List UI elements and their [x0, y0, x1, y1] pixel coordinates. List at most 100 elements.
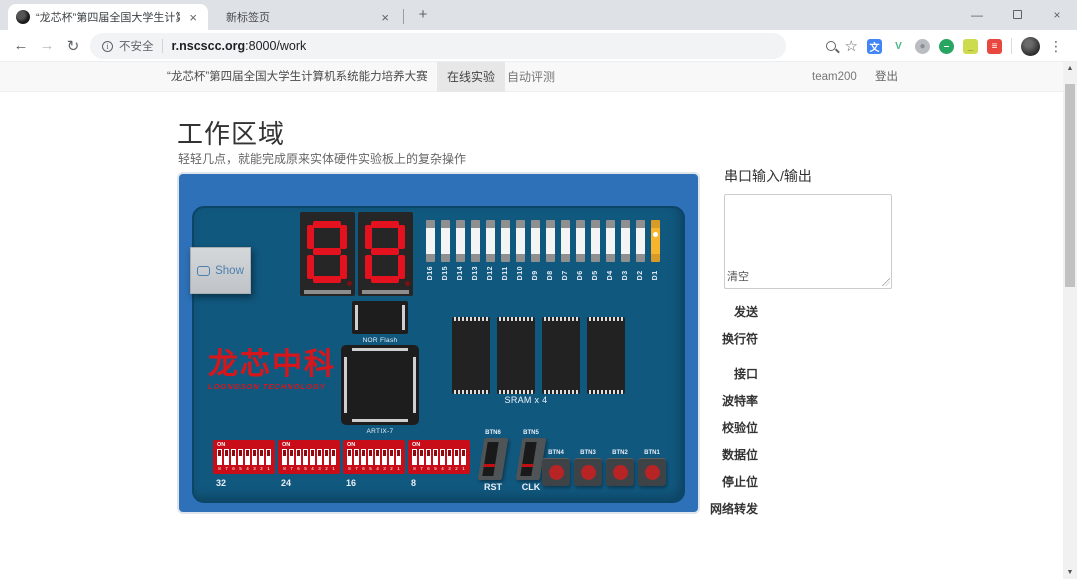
- dip-switch-8-3[interactable]: [447, 449, 452, 465]
- forward-button[interactable]: →: [34, 37, 60, 54]
- red-extension-icon[interactable]: ≡: [987, 38, 1002, 54]
- dip-pin-label: 3: [253, 466, 256, 471]
- dip-switch-group-8[interactable]: ON 8 7 6 5 4 3 2 1: [408, 440, 470, 474]
- resize-handle-icon[interactable]: [882, 278, 890, 286]
- led-label-d9: D9: [532, 270, 539, 281]
- green-circle-extension-icon[interactable]: –: [939, 38, 954, 54]
- dip-switch-24-1[interactable]: [331, 449, 336, 465]
- toggle-label-rst: RST: [484, 482, 502, 492]
- serial-terminal[interactable]: [724, 194, 892, 289]
- push-button-label-btn2: BTN2: [612, 450, 628, 456]
- gray-circle-extension-icon[interactable]: ●: [915, 38, 930, 54]
- dip-switch-8-5[interactable]: [433, 449, 438, 465]
- tab-close-icon[interactable]: ×: [186, 10, 200, 25]
- dip-switch-24-4[interactable]: [310, 449, 315, 465]
- dip-switch-32-8[interactable]: [217, 449, 222, 465]
- led-d5: [591, 220, 600, 262]
- led-d6: [576, 220, 585, 262]
- browser-menu-icon[interactable]: ⋮: [1049, 38, 1063, 55]
- dip-switch-32-1[interactable]: [266, 449, 271, 465]
- nav-tab-auto-judge[interactable]: 自动评测: [497, 62, 565, 92]
- dip-pin-label: 1: [332, 466, 335, 471]
- dip-switch-16-2[interactable]: [389, 449, 394, 465]
- dip-switch-24-7[interactable]: [289, 449, 294, 465]
- browser-tab-current[interactable]: “龙芯杯”第四届全国大学生计算机 ×: [8, 4, 208, 30]
- zoom-icon[interactable]: [825, 41, 836, 51]
- bookmark-star-icon[interactable]: ☆: [845, 37, 858, 55]
- dip-switch-24-5[interactable]: [303, 449, 308, 465]
- translate-extension-icon[interactable]: 文: [867, 38, 882, 54]
- led-d16: [426, 220, 435, 262]
- tab-close-icon[interactable]: ×: [378, 10, 392, 25]
- browser-tab-newtab[interactable]: 新标签页 ×: [212, 4, 400, 30]
- logout-link[interactable]: 登出: [875, 62, 898, 92]
- clear-terminal-button[interactable]: 清空: [727, 268, 749, 284]
- window-close-button[interactable]: ×: [1037, 0, 1077, 30]
- dip-switch-32-7[interactable]: [224, 449, 229, 465]
- toggle-switch-rst[interactable]: [477, 438, 509, 480]
- dip-pin-label: 5: [369, 466, 372, 471]
- dip-switch-16-4[interactable]: [375, 449, 380, 465]
- dip-switch-24-6[interactable]: [296, 449, 301, 465]
- site-favicon-icon: [16, 10, 30, 24]
- dip-switch-16-6[interactable]: [361, 449, 366, 465]
- serial-panel-title: 串口输入/输出: [724, 168, 812, 184]
- dip-switch-8-7[interactable]: [419, 449, 424, 465]
- board-panel: D16 D15 D14 D13 D12 D11 D10 D9 D8 D7 D6 D5 D4 D3 D2 D1 …: [192, 206, 685, 503]
- dip-switch-32-6[interactable]: [231, 449, 236, 465]
- dip-switch-8-8[interactable]: [412, 449, 417, 465]
- dip-switch-16-1[interactable]: [396, 449, 401, 465]
- dip-switch-24-2[interactable]: [324, 449, 329, 465]
- dip-switch-8-2[interactable]: [454, 449, 459, 465]
- back-button[interactable]: ←: [8, 37, 34, 54]
- dip-pin-label: 2: [390, 466, 393, 471]
- push-button-btn4[interactable]: [542, 458, 570, 486]
- led-label-d2: D2: [637, 270, 644, 281]
- site-brand: “龙芯杯”第四届全国大学生计算机系统能力培养大赛: [167, 71, 428, 83]
- dip-switch-8-4[interactable]: [440, 449, 445, 465]
- dip-switch-group-24[interactable]: ON 8 7 6 5 4 3 2 1: [278, 440, 340, 474]
- dip-switch-16-8[interactable]: [347, 449, 352, 465]
- dip-pin-label: 2: [325, 466, 328, 471]
- push-button-btn3[interactable]: [574, 458, 602, 486]
- toggle-label-btn6: BTN6: [485, 430, 501, 436]
- dip-switch-32-5[interactable]: [238, 449, 243, 465]
- loongson-logo: 龙芯中科 LOONGSON TECHNOLOGY: [208, 350, 336, 392]
- dip-switch-24-8[interactable]: [282, 449, 287, 465]
- vue-extension-icon[interactable]: V: [891, 38, 906, 54]
- dip-switch-16-7[interactable]: [354, 449, 359, 465]
- scrollbar-thumb[interactable]: [1065, 84, 1075, 287]
- dip-switch-group-16[interactable]: ON 8 7 6 5 4 3 2 1: [343, 440, 405, 474]
- scroll-up-icon[interactable]: ▲: [1063, 65, 1077, 72]
- page-scrollbar[interactable]: ▲ ▼: [1063, 62, 1077, 579]
- push-button-btn1[interactable]: [638, 458, 666, 486]
- dip-switch-32-2[interactable]: [259, 449, 264, 465]
- fpga-label: ARTIX-7: [366, 428, 394, 435]
- reload-button[interactable]: ↻: [60, 37, 86, 55]
- dip-switch-16-3[interactable]: [382, 449, 387, 465]
- dip-switch-8-6[interactable]: [426, 449, 431, 465]
- info-icon[interactable]: i: [102, 40, 113, 52]
- show-button-label: Show: [215, 264, 244, 277]
- security-label: 不安全: [119, 41, 154, 53]
- window-minimize-button[interactable]: —: [957, 0, 997, 30]
- show-button[interactable]: Show: [190, 247, 251, 294]
- dip-switch-group-32[interactable]: ON 8 7 6 5 4 3 2 1: [213, 440, 275, 474]
- dip-switch-32-4[interactable]: [245, 449, 250, 465]
- dip-switch-32-3[interactable]: [252, 449, 257, 465]
- dip-switch-8-1[interactable]: [461, 449, 466, 465]
- new-tab-button[interactable]: +: [412, 7, 434, 24]
- dip-switch-24-3[interactable]: [317, 449, 322, 465]
- url-field[interactable]: i 不安全 r.nscscc.org :8000/work: [90, 33, 786, 59]
- dip-on-label: ON: [347, 442, 356, 448]
- window-restore-button[interactable]: [997, 0, 1037, 30]
- led-label-d14: D14: [457, 266, 464, 281]
- push-button-btn2[interactable]: [606, 458, 634, 486]
- nav-tab-online-lab[interactable]: 在线实验: [437, 62, 506, 92]
- yellow-extension-icon[interactable]: _: [963, 38, 978, 54]
- profile-avatar[interactable]: [1021, 36, 1040, 56]
- scroll-down-icon[interactable]: ▼: [1063, 569, 1077, 576]
- dip-switch-16-5[interactable]: [368, 449, 373, 465]
- segment-br: [398, 255, 405, 279]
- sram-chip: [587, 317, 625, 394]
